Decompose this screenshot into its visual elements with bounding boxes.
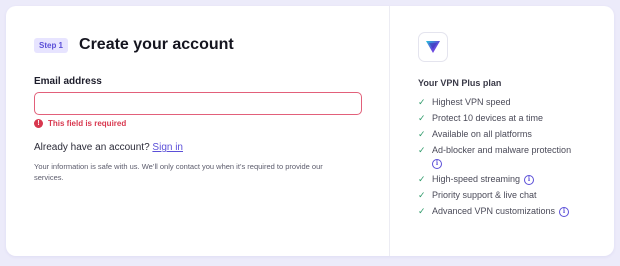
vpn-logo-icon xyxy=(418,32,448,62)
list-item: ✓ High-speed streaming i xyxy=(418,173,594,185)
title-row: Step 1 Create your account xyxy=(34,36,361,54)
signup-card: Step 1 Create your account Email address… xyxy=(6,6,614,256)
list-item: ✓ Protect 10 devices at a time xyxy=(418,112,594,124)
check-icon: ✓ xyxy=(418,206,426,216)
list-item: ✓ Highest VPN speed xyxy=(418,96,594,108)
feature-text-block: Ad-blocker and malware protection i xyxy=(432,144,594,169)
signin-prompt: Already have an account? xyxy=(34,142,150,153)
check-icon: ✓ xyxy=(418,190,426,200)
privacy-note: Your information is safe with us. We’ll … xyxy=(34,162,323,182)
feature-label: Available on all platforms xyxy=(432,129,532,139)
email-label: Email address xyxy=(34,76,102,87)
signin-link[interactable]: Sign in xyxy=(152,142,183,153)
check-icon: ✓ xyxy=(418,97,426,107)
step-badge: Step 1 xyxy=(34,37,69,53)
info-icon[interactable]: i xyxy=(432,159,442,169)
list-item: ✓ Available on all platforms xyxy=(418,128,594,140)
error-text: This field is required xyxy=(48,119,127,128)
error-icon: ! xyxy=(34,119,43,128)
check-icon: ✓ xyxy=(418,113,426,123)
feature-text-block: High-speed streaming i xyxy=(432,173,594,185)
info-icon[interactable]: i xyxy=(559,206,570,217)
feature-label: Highest VPN speed xyxy=(432,97,511,107)
page-title: Create your account xyxy=(79,36,234,53)
signup-form-panel: Step 1 Create your account Email address… xyxy=(6,6,390,256)
plan-title: Your VPN Plus plan xyxy=(418,78,502,88)
email-error: ! This field is required xyxy=(34,119,361,128)
list-item: ✓ Ad-blocker and malware protection i xyxy=(418,144,594,169)
signin-row: Already have an account? Sign in xyxy=(34,142,361,153)
feature-label: High-speed streaming xyxy=(432,174,521,184)
info-icon[interactable]: i xyxy=(524,174,535,185)
check-icon: ✓ xyxy=(418,174,426,184)
list-item: ✓ Priority support & live chat xyxy=(418,189,594,201)
plan-panel: Your VPN Plus plan ✓ Highest VPN speed ✓… xyxy=(390,6,614,256)
feature-label: Ad-blocker and malware protection xyxy=(432,145,572,155)
feature-label: Priority support & live chat xyxy=(432,190,537,200)
check-icon: ✓ xyxy=(418,129,426,139)
check-icon: ✓ xyxy=(418,145,426,155)
feature-list: ✓ Highest VPN speed ✓ Protect 10 devices… xyxy=(418,96,594,217)
email-field[interactable] xyxy=(34,92,362,115)
feature-text-block: Advanced VPN customizations i xyxy=(432,205,594,217)
list-item: ✓ Advanced VPN customizations i xyxy=(418,205,594,217)
feature-label: Protect 10 devices at a time xyxy=(432,113,544,123)
feature-label: Advanced VPN customizations xyxy=(432,206,556,216)
